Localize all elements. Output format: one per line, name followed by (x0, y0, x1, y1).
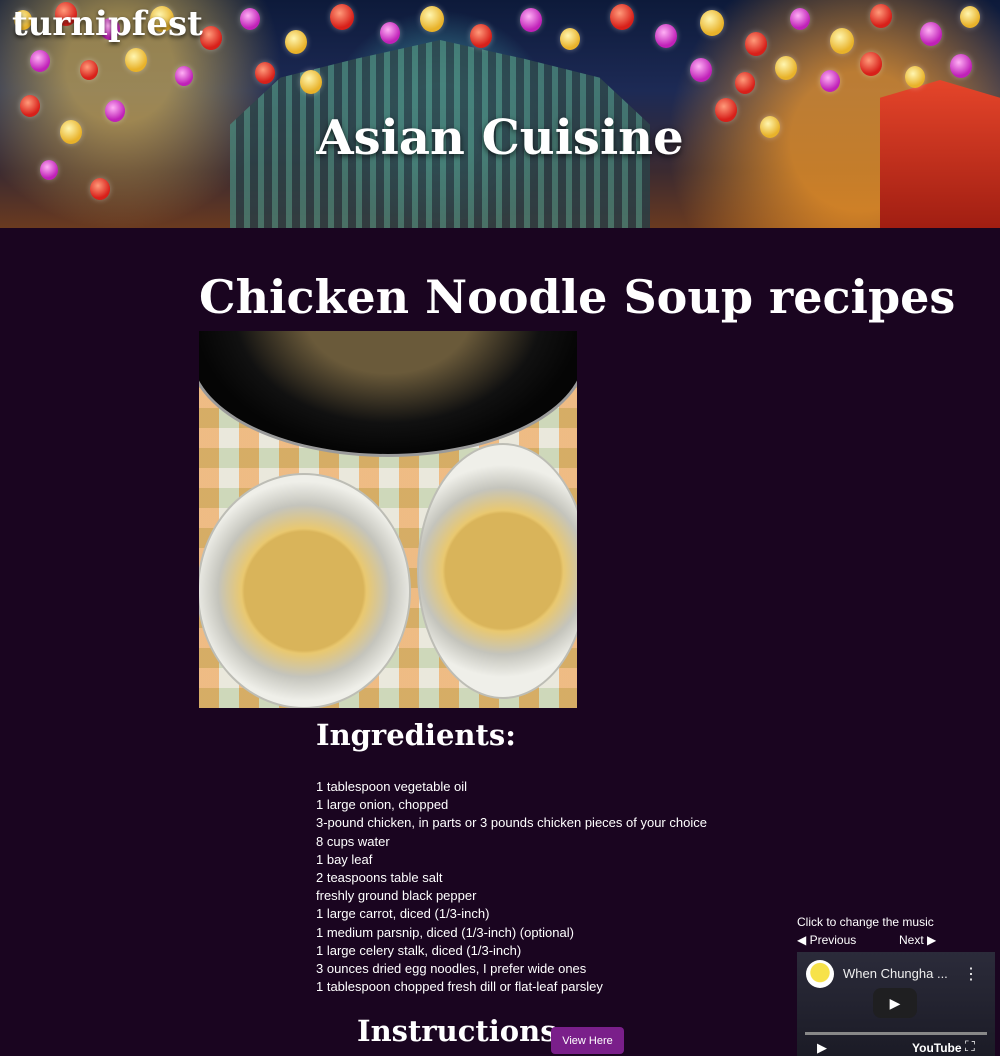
lantern (90, 178, 110, 200)
soup-pot (199, 331, 577, 457)
lantern (775, 56, 797, 80)
instructions-heading: Instructions: (357, 1014, 568, 1048)
music-prompt: Click to change the music (797, 915, 934, 929)
lantern (255, 62, 275, 84)
lantern (380, 22, 400, 44)
ingredient-item: 1 tablespoon chopped fresh dill or flat-… (316, 979, 603, 995)
lantern (950, 54, 972, 78)
lantern (690, 58, 712, 82)
soup-bowl (199, 473, 411, 708)
lantern (820, 70, 840, 92)
fullscreen-icon[interactable]: ⛶ (965, 1038, 975, 1055)
lantern (735, 72, 755, 94)
ingredients-list: 1 tablespoon vegetable oil 1 large onion,… (316, 778, 707, 996)
ingredient-item: 1 medium parsnip, diced (1/3-inch) (opti… (316, 924, 574, 940)
lantern (745, 32, 767, 56)
soup-bowl (417, 443, 577, 699)
lantern (700, 10, 724, 36)
ingredients-heading: Ingredients: (316, 718, 516, 752)
lantern (870, 4, 892, 28)
lantern (960, 6, 980, 28)
ingredient-item: 1 large carrot, diced (1/3-inch) (316, 906, 490, 922)
ingredient-item: 8 cups water (316, 833, 390, 849)
lantern (920, 22, 942, 46)
lantern (860, 52, 882, 76)
lantern (560, 28, 580, 50)
lantern (200, 26, 222, 50)
lantern (420, 6, 444, 32)
lantern (520, 8, 542, 32)
ingredient-item: 2 teaspoons table salt (316, 870, 443, 886)
soup-photo (199, 331, 577, 708)
ingredient-item: 3-pound chicken, in parts or 3 pounds ch… (316, 815, 707, 831)
header-banner: turnipfest Asian Cuisine (0, 0, 1000, 228)
previous-track-button[interactable]: ◀ Previous (797, 933, 856, 947)
lantern (905, 66, 925, 88)
lantern (830, 28, 854, 54)
page-title: Chicken Noodle Soup recipes (199, 270, 956, 324)
play-button-icon[interactable]: ▶ (817, 1040, 827, 1056)
youtube-logo[interactable]: YouTube (912, 1041, 962, 1055)
youtube-player[interactable]: When Chungha ... ⋮ ▶ ▶ YouTube ⛶ (797, 952, 995, 1056)
ingredient-item: 1 large celery stalk, diced (1/3-inch) (316, 942, 522, 958)
site-logo[interactable]: turnipfest (12, 4, 203, 44)
ingredient-item: 3 ounces dried egg noodles, I prefer wid… (316, 961, 587, 977)
view-instructions-button[interactable]: View Here (551, 1027, 624, 1054)
ingredient-item: 1 large onion, chopped (316, 797, 449, 813)
next-track-button[interactable]: Next ▶ (899, 933, 936, 947)
lantern (80, 60, 98, 80)
lantern (610, 4, 634, 30)
ingredient-item: freshly ground black pepper (316, 888, 477, 904)
play-icon[interactable]: ▶ (873, 988, 917, 1018)
lantern (300, 70, 322, 94)
progress-bar[interactable] (805, 1032, 987, 1035)
lantern (285, 30, 307, 54)
channel-avatar[interactable] (806, 960, 834, 988)
lantern (240, 8, 260, 30)
lantern (655, 24, 677, 48)
ingredient-item: 1 bay leaf (316, 851, 373, 867)
lantern (125, 48, 147, 72)
lantern (790, 8, 810, 30)
lantern (470, 24, 492, 48)
more-options-icon[interactable]: ⋮ (963, 964, 979, 984)
lantern (30, 50, 50, 72)
video-title[interactable]: When Chungha ... (843, 966, 965, 981)
lantern (330, 4, 354, 30)
lantern (175, 66, 193, 86)
ingredient-item: 1 tablespoon vegetable oil (316, 779, 468, 794)
banner-title: Asian Cuisine (316, 110, 684, 167)
